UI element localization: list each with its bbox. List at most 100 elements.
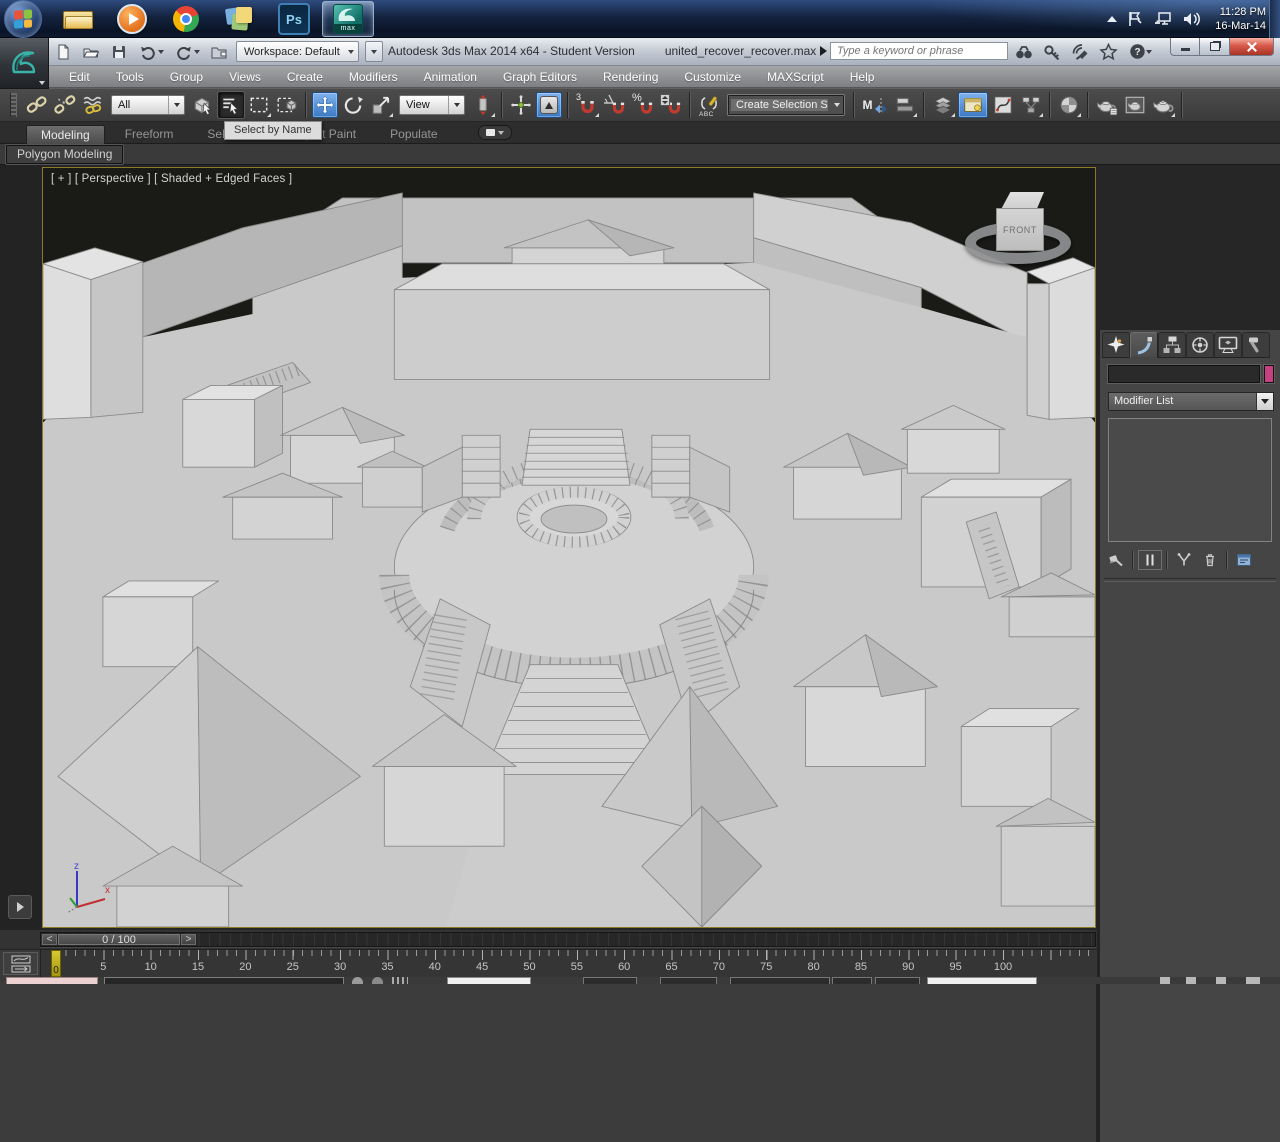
status-field-fragment[interactable]	[875, 977, 920, 984]
menu-views[interactable]: Views	[216, 66, 274, 88]
selection-lock-toggle-fragment[interactable]	[352, 977, 363, 984]
snaps-toggle-3d-button[interactable]: 3	[574, 92, 600, 118]
ribbon-minimize-button[interactable]	[478, 125, 512, 140]
open-file-button[interactable]	[80, 42, 102, 62]
pin-stack-button[interactable]	[1104, 550, 1128, 570]
curve-editor-button[interactable]	[990, 92, 1016, 118]
spinner-snap-toggle-button[interactable]	[658, 92, 684, 118]
redo-button[interactable]	[172, 42, 202, 62]
show-end-result-button[interactable]	[1138, 550, 1162, 570]
network-icon[interactable]	[1153, 11, 1173, 27]
render-setup-button[interactable]	[1094, 92, 1120, 118]
grid-toggle-fragment[interactable]	[392, 977, 408, 984]
viewport-nav-fragment[interactable]	[1186, 977, 1196, 984]
window-restore-button[interactable]	[1200, 38, 1229, 56]
select-and-rotate-button[interactable]	[340, 92, 366, 118]
tab-display[interactable]	[1214, 332, 1242, 358]
status-field-fragment[interactable]	[583, 977, 637, 984]
help-button[interactable]: ?	[1126, 42, 1154, 61]
viewport-nav-fragment[interactable]	[1246, 977, 1260, 984]
reference-coordinate-system-dropdown[interactable]: View	[399, 95, 465, 115]
percent-snap-toggle-button[interactable]: %	[630, 92, 656, 118]
viewcube-cube[interactable]: FRONT	[996, 192, 1044, 254]
viewcube-front-face[interactable]: FRONT	[996, 208, 1044, 251]
perspective-viewport[interactable]: [ + ] [ Perspective ] [ Shaded + Edged F…	[42, 167, 1096, 928]
workspace-dropdown[interactable]: Workspace: Default	[236, 41, 359, 62]
bind-to-space-warp-button[interactable]	[80, 92, 106, 118]
communication-center-button[interactable]	[1070, 42, 1090, 61]
align-button[interactable]	[892, 92, 918, 118]
menu-create[interactable]: Create	[274, 66, 336, 88]
tray-clock[interactable]: 11:28 PM 16-Mar-14	[1215, 5, 1266, 33]
taskbar-chrome-button[interactable]	[160, 1, 212, 37]
window-crossing-toggle-button[interactable]	[274, 92, 300, 118]
tab-modify[interactable]	[1130, 332, 1158, 358]
search-button[interactable]	[1014, 42, 1034, 61]
search-input[interactable]	[830, 42, 1008, 60]
status-field-fragment[interactable]	[832, 977, 872, 984]
taskbar-sticky-notes-button[interactable]	[214, 1, 266, 37]
viewport-scene[interactable]	[43, 168, 1095, 927]
taskbar-photoshop-button[interactable]: Ps	[268, 1, 320, 37]
select-and-scale-button[interactable]	[368, 92, 394, 118]
select-object-button[interactable]	[190, 92, 216, 118]
menu-group[interactable]: Group	[157, 66, 216, 88]
mirror-button[interactable]: M	[860, 92, 890, 118]
selection-filter-dropdown[interactable]: All	[111, 95, 185, 115]
tab-create[interactable]	[1102, 332, 1130, 358]
undo-button[interactable]	[136, 42, 166, 62]
toolbar-grip[interactable]	[10, 93, 17, 117]
select-and-manipulate-button[interactable]	[508, 92, 534, 118]
open-mini-curve-editor-button[interactable]	[3, 952, 38, 975]
viewport-nav-fragment[interactable]	[1160, 977, 1170, 984]
status-field-fragment[interactable]	[730, 977, 830, 984]
frame-ruler[interactable]: 5101520253035404550556065707580859095100…	[40, 950, 1097, 978]
select-by-name-button[interactable]	[218, 92, 244, 118]
viewcube[interactable]: FRONT	[963, 190, 1081, 274]
tab-motion[interactable]	[1186, 332, 1214, 358]
viewport-layout-tabs-button[interactable]	[8, 895, 32, 919]
search-go-icon[interactable]	[820, 46, 827, 56]
previous-frame-button[interactable]: <	[42, 934, 57, 945]
configure-modifier-sets-button[interactable]	[1232, 550, 1256, 570]
schematic-view-button[interactable]	[1018, 92, 1044, 118]
angle-snap-toggle-button[interactable]	[602, 92, 628, 118]
named-sets-arrow[interactable]	[830, 96, 843, 114]
toggle-fragment[interactable]	[372, 977, 383, 984]
tab-hierarchy[interactable]	[1158, 332, 1186, 358]
graphite-modeling-tools-toggle[interactable]	[958, 92, 988, 118]
viewcube-top-face[interactable]	[996, 192, 1044, 208]
viewport-label[interactable]: [ + ] [ Perspective ] [ Shaded + Edged F…	[51, 173, 292, 185]
polygon-modeling-panel-button[interactable]: Polygon Modeling	[6, 145, 123, 164]
tray-chevron-icon[interactable]	[1107, 16, 1117, 22]
coordinate-system-arrow[interactable]	[448, 96, 464, 114]
render-production-button[interactable]	[1150, 92, 1176, 118]
time-field-fragment[interactable]	[927, 977, 1037, 984]
menu-graph-editors[interactable]: Graph Editors	[490, 66, 590, 88]
help-dropdown-arrow[interactable]	[1146, 50, 1152, 54]
ribbon-tab-populate[interactable]: Populate	[376, 125, 451, 144]
viewport-nav-fragment[interactable]	[1216, 977, 1226, 984]
object-color-swatch[interactable]	[1264, 365, 1274, 383]
tab-utilities[interactable]	[1242, 332, 1270, 358]
ribbon-tab-freeform[interactable]: Freeform	[111, 125, 188, 144]
next-frame-button[interactable]: >	[181, 934, 196, 945]
new-scene-button[interactable]	[52, 42, 74, 62]
current-frame-marker[interactable]: 0	[51, 950, 61, 977]
select-and-link-button[interactable]	[24, 92, 50, 118]
time-slider-handle[interactable]: 0 / 100	[58, 934, 180, 945]
menu-customize[interactable]: Customize	[671, 66, 754, 88]
qat-overflow-button[interactable]	[365, 41, 383, 62]
make-unique-button[interactable]	[1172, 550, 1196, 570]
window-close-button[interactable]	[1229, 38, 1274, 56]
taskbar-media-player-button[interactable]	[106, 1, 158, 37]
save-file-button[interactable]	[108, 42, 130, 62]
time-slider-track[interactable]: < 0 / 100 >	[40, 932, 1096, 947]
ribbon-tab-modeling[interactable]: Modeling	[26, 125, 105, 144]
menu-tools[interactable]: Tools	[103, 66, 157, 88]
window-minimize-button[interactable]	[1170, 38, 1200, 56]
modifier-stack-list[interactable]	[1108, 418, 1272, 542]
unlink-selection-button[interactable]	[52, 92, 78, 118]
show-desktop-button[interactable]	[1269, 0, 1280, 38]
menu-modifiers[interactable]: Modifiers	[336, 66, 411, 88]
